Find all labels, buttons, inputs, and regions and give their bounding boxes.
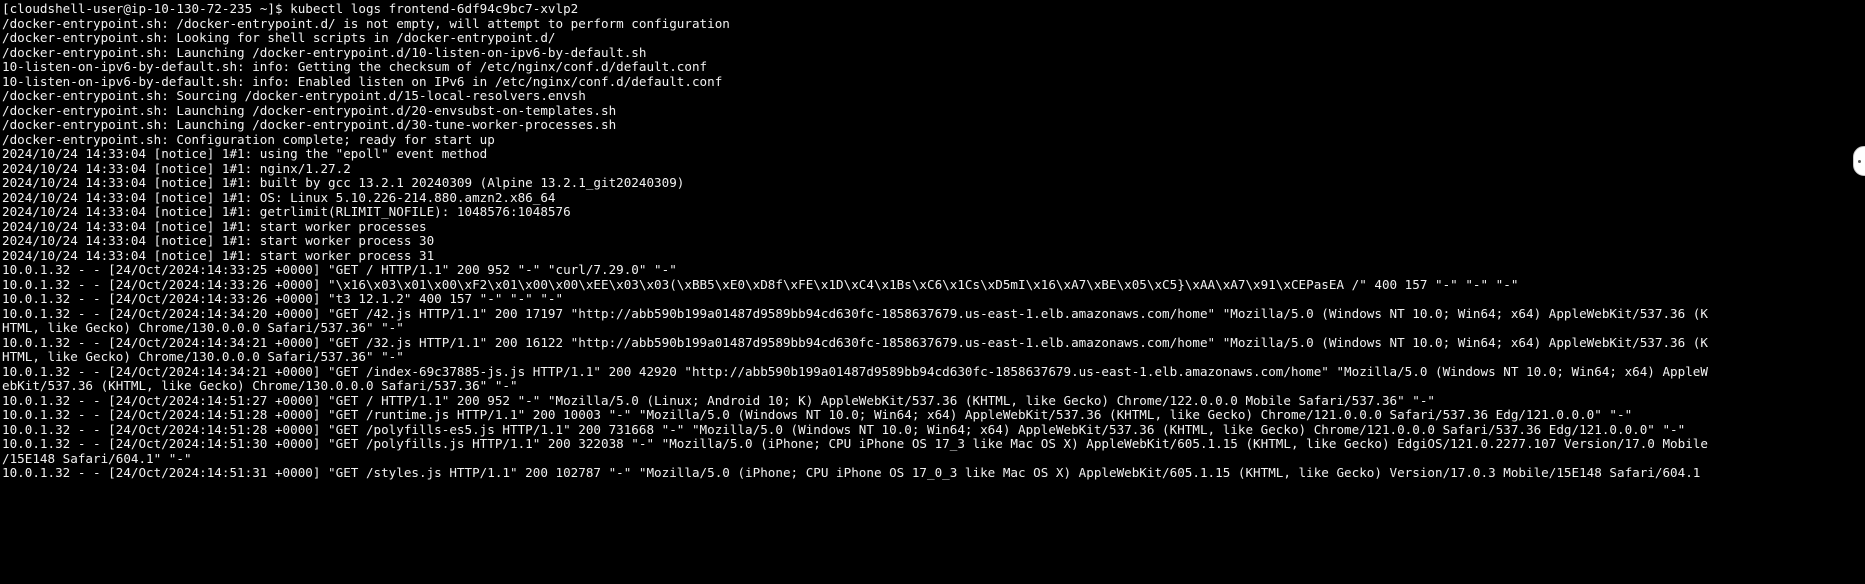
scroll-handle-grip (1858, 160, 1861, 163)
log-line: ebKit/537.36 (KHTML, like Gecko) Chrome/… (2, 378, 518, 393)
log-line: HTML, like Gecko) Chrome/130.0.0.0 Safar… (2, 320, 404, 335)
log-line: 2024/10/24 14:33:04 [notice] 1#1: start … (2, 233, 435, 248)
log-line: /docker-entrypoint.sh: /docker-entrypoin… (2, 15, 730, 31)
log-line: /docker-entrypoint.sh: Configuration com… (2, 131, 495, 147)
log-line: 10.0.1.32 - - [24/Oct/2024:14:51:28 +000… (2, 407, 1633, 422)
log-line: 10.0.1.32 - - [24/Oct/2024:14:33:25 +000… (2, 262, 677, 277)
log-line: 2024/10/24 14:33:04 [notice] 1#1: getrli… (2, 204, 571, 219)
log-line: 10.0.1.32 - - [24/Oct/2024:14:51:27 +000… (2, 392, 1436, 408)
scroll-handle-icon[interactable] (1853, 146, 1865, 176)
log-line: 2024/10/24 14:33:04 [notice] 1#1: using … (2, 146, 488, 161)
log-line: 10-listen-on-ipv6-by-default.sh: info: E… (2, 73, 723, 89)
log-line: /docker-entrypoint.sh: Sourcing /docker-… (2, 88, 586, 103)
command-prompt-line: [cloudshell-user@ip-10-130-72-235 ~]$ ku… (2, 1, 579, 16)
log-line: 10.0.1.32 - - [24/Oct/2024:14:33:26 +000… (2, 291, 564, 306)
terminal-output: [cloudshell-user@ip-10-130-72-235 ~]$ ku… (2, 1, 1865, 481)
log-line: /docker-entrypoint.sh: Looking for shell… (2, 30, 556, 45)
log-line: /15E148 Safari/604.1" "-" (2, 450, 192, 466)
log-line: 10-listen-on-ipv6-by-default.sh: info: G… (2, 59, 708, 74)
terminal-window[interactable]: [cloudshell-user@ip-10-130-72-235 ~]$ ku… (0, 0, 1865, 584)
log-line: HTML, like Gecko) Chrome/130.0.0.0 Safar… (2, 349, 404, 364)
log-line: 10.0.1.32 - - [24/Oct/2024:14:34:21 +000… (2, 363, 1708, 379)
log-line: 2024/10/24 14:33:04 [notice] 1#1: built … (2, 175, 685, 190)
log-line: 10.0.1.32 - - [24/Oct/2024:14:51:30 +000… (2, 436, 1708, 451)
log-line: 2024/10/24 14:33:04 [notice] 1#1: start … (2, 247, 435, 263)
log-line: 10.0.1.32 - - [24/Oct/2024:14:34:20 +000… (2, 305, 1708, 321)
log-line: 10.0.1.32 - - [24/Oct/2024:14:51:28 +000… (2, 421, 1686, 437)
log-line: 10.0.1.32 - - [24/Oct/2024:14:33:26 +000… (2, 276, 1519, 292)
log-line: /docker-entrypoint.sh: Launching /docker… (2, 102, 617, 118)
log-line: 10.0.1.32 - - [24/Oct/2024:14:51:31 +000… (2, 465, 1701, 480)
log-line: /docker-entrypoint.sh: Launching /docker… (2, 117, 617, 132)
log-line: 2024/10/24 14:33:04 [notice] 1#1: OS: Li… (2, 189, 556, 205)
log-line: 2024/10/24 14:33:04 [notice] 1#1: nginx/… (2, 160, 351, 176)
log-line: 10.0.1.32 - - [24/Oct/2024:14:34:21 +000… (2, 334, 1708, 350)
log-line: 2024/10/24 14:33:04 [notice] 1#1: start … (2, 218, 427, 234)
log-line: /docker-entrypoint.sh: Launching /docker… (2, 44, 647, 60)
